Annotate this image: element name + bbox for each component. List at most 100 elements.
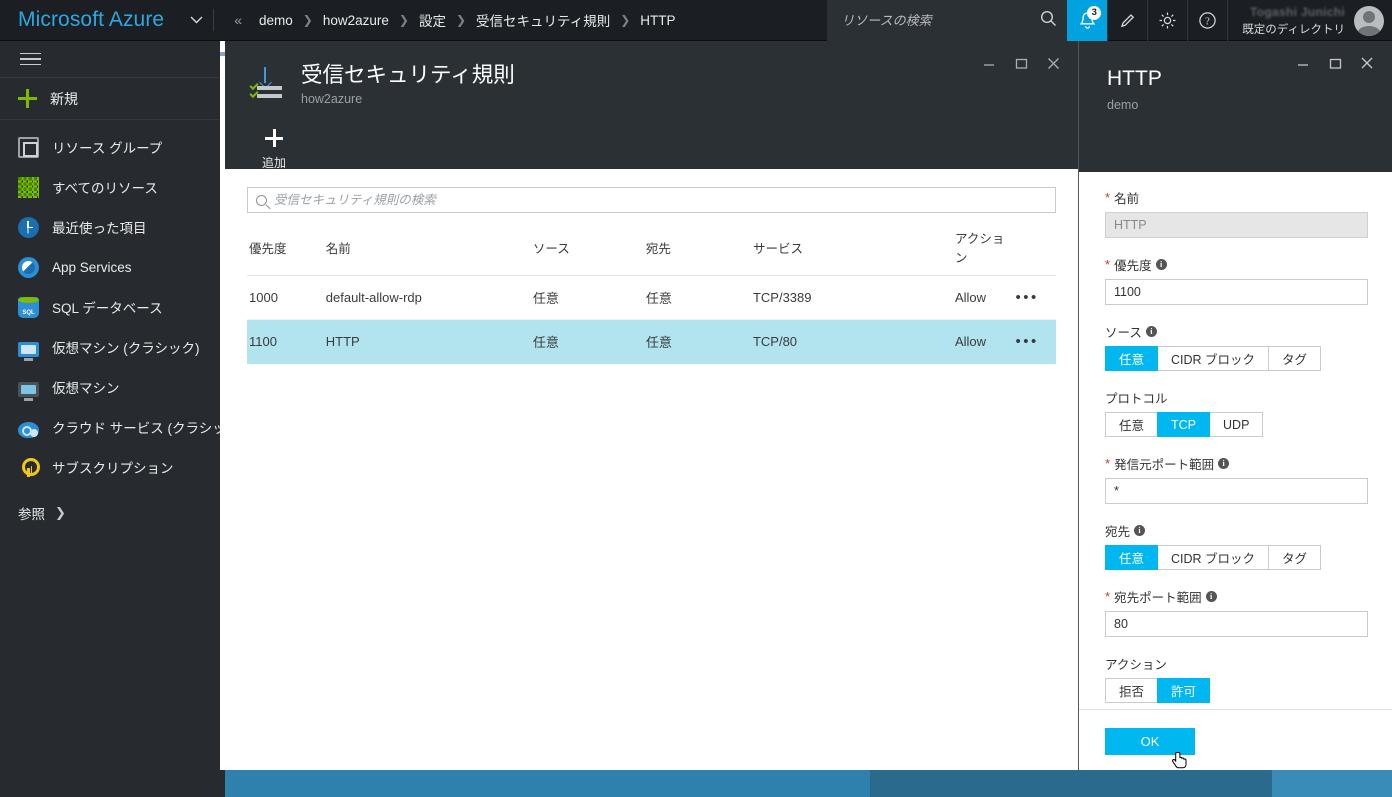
breadcrumb-item-3[interactable]: 受信セキュリティ規則	[469, 10, 617, 30]
close-icon[interactable]	[1352, 49, 1382, 77]
minimize-icon[interactable]	[974, 49, 1004, 77]
breadcrumb-item-2[interactable]: 設定	[412, 10, 453, 30]
notifications-button[interactable]: 3	[1067, 0, 1108, 41]
destination-option-tag[interactable]: タグ	[1268, 545, 1322, 570]
virtual-machine-classic-icon	[18, 341, 39, 361]
pencil-icon[interactable]	[1107, 0, 1147, 41]
sidebar-item-sql-databases[interactable]: SQL データベース	[0, 287, 225, 327]
field-label: 宛先 i	[1105, 521, 1368, 540]
field-source-port-range: * 発信元ポート範囲 i	[1105, 454, 1368, 504]
column-header-name[interactable]: 名前	[325, 219, 533, 276]
maximize-icon[interactable]	[1006, 49, 1036, 77]
table-row[interactable]: 1000 default-allow-rdp 任意 任意 TCP/3389 Al…	[247, 275, 1056, 320]
table-row[interactable]: 1100 HTTP 任意 任意 TCP/80 Allow •••	[247, 319, 1056, 364]
maximize-icon[interactable]	[1320, 49, 1350, 77]
protocol-option-tcp[interactable]: TCP	[1157, 412, 1211, 437]
panel-title: HTTP	[1107, 67, 1162, 90]
sidebar-item-recent[interactable]: 最近使った項目	[0, 207, 225, 247]
field-destination-port-range: * 宛先ポート範囲 i	[1105, 587, 1368, 637]
rule-search-box[interactable]	[247, 187, 1056, 213]
source-option-any[interactable]: 任意	[1105, 346, 1159, 371]
search-icon[interactable]	[1040, 10, 1057, 32]
sidebar-item-resource-groups[interactable]: リソース グループ	[0, 127, 225, 167]
info-icon[interactable]: i	[1218, 458, 1230, 469]
protocol-option-any[interactable]: 任意	[1105, 412, 1159, 437]
column-header-service[interactable]: サービス	[752, 219, 955, 276]
field-action: アクション 拒否 許可	[1105, 654, 1368, 703]
panel-window-controls	[1288, 49, 1382, 77]
breadcrumb-item-1[interactable]: how2azure	[316, 13, 396, 28]
chevron-down-icon[interactable]	[180, 0, 213, 40]
column-header-source[interactable]: ソース	[532, 219, 646, 276]
cell-action: Allow	[954, 319, 1016, 364]
sidebar-item-label: 新規	[50, 90, 78, 107]
info-icon[interactable]: i	[1155, 259, 1167, 270]
destination-option-any[interactable]: 任意	[1105, 545, 1159, 570]
info-icon[interactable]: i	[1205, 591, 1217, 602]
breadcrumb-separator: ❯	[620, 13, 631, 27]
ok-button[interactable]: OK	[1105, 728, 1195, 755]
column-header-destination[interactable]: 宛先	[645, 219, 753, 276]
info-icon[interactable]: i	[1145, 326, 1157, 337]
sidebar-item-virtual-machines-classic[interactable]: 仮想マシン (クラシック)	[0, 327, 225, 367]
rule-search-input[interactable]	[274, 193, 1047, 207]
global-search[interactable]	[827, 0, 1068, 41]
sidebar-item-all-resources[interactable]: すべてのリソース	[0, 167, 225, 207]
breadcrumb-item-0[interactable]: demo	[252, 13, 300, 28]
field-label-text: プロトコル	[1105, 392, 1168, 406]
avatar[interactable]	[1354, 5, 1384, 36]
sidebar-item-app-services[interactable]: App Services	[0, 247, 225, 287]
rule-form: * 名前 * 優先度 i ソース i 任意	[1079, 172, 1392, 709]
minimize-icon[interactable]	[1288, 49, 1318, 77]
taskbar-segment[interactable]	[225, 770, 870, 797]
source-toggle-group: 任意 CIDR ブロック タグ	[1105, 346, 1368, 371]
sidebar-item-browse[interactable]: 参照 ❯	[0, 493, 225, 533]
sidebar-item-virtual-machines[interactable]: 仮想マシン	[0, 367, 225, 407]
column-header-action[interactable]: アクション	[954, 219, 1016, 276]
gear-icon[interactable]	[1147, 0, 1187, 41]
ellipsis-icon[interactable]: •••	[1016, 289, 1039, 306]
sidebar-item-new[interactable]: 新規	[0, 78, 225, 120]
sidebar-item-label: App Services	[52, 259, 132, 275]
blade-window-controls	[974, 49, 1068, 77]
taskbar-segment[interactable]	[870, 770, 1272, 797]
cell-priority: 1000	[247, 275, 326, 320]
close-icon[interactable]	[1038, 49, 1068, 77]
action-option-deny[interactable]: 拒否	[1105, 678, 1159, 703]
field-label-text: 宛先ポート範囲	[1114, 591, 1202, 605]
inbound-security-rules-icon	[249, 67, 285, 101]
column-header-menu	[1015, 219, 1056, 276]
hamburger-icon[interactable]	[0, 41, 225, 78]
azure-brand-logo[interactable]: Microsoft Azure	[0, 0, 164, 40]
source-option-cidr[interactable]: CIDR ブロック	[1157, 346, 1270, 371]
row-menu-button[interactable]: •••	[1015, 275, 1056, 320]
ellipsis-icon[interactable]: •••	[1016, 333, 1039, 350]
destination-option-cidr[interactable]: CIDR ブロック	[1157, 545, 1270, 570]
blade-toolbar: 追加	[251, 129, 297, 171]
account-menu[interactable]: Togashi Junichi 既定のディレクトリ	[1227, 0, 1392, 41]
sidebar-item-cloud-services-classic[interactable]: クラウド サービス (クラシック)	[0, 407, 225, 447]
taskbar-segment[interactable]	[1272, 770, 1392, 797]
name-input[interactable]	[1105, 212, 1368, 238]
priority-input[interactable]	[1105, 279, 1368, 305]
add-rule-button[interactable]: 追加	[251, 129, 297, 171]
info-icon[interactable]: i	[1134, 525, 1146, 536]
blade-content: 優先度 名前 ソース 宛先 サービス アクション 1000 default-al…	[225, 169, 1078, 770]
search-input[interactable]	[841, 13, 1041, 28]
source-option-tag[interactable]: タグ	[1268, 346, 1322, 371]
column-header-priority[interactable]: 優先度	[247, 219, 326, 276]
double-chevron-left-icon[interactable]: «	[224, 12, 252, 28]
add-rule-label: 追加	[261, 156, 286, 170]
protocol-option-udp[interactable]: UDP	[1209, 412, 1264, 437]
source-port-range-input[interactable]	[1105, 478, 1368, 504]
action-option-allow[interactable]: 許可	[1157, 678, 1211, 703]
question-icon[interactable]: ?	[1187, 0, 1227, 41]
field-protocol: プロトコル 任意 TCP UDP	[1105, 388, 1368, 437]
required-asterisk: *	[1105, 190, 1111, 205]
row-menu-button[interactable]: •••	[1015, 319, 1056, 364]
protocol-toggle-group: 任意 TCP UDP	[1105, 412, 1368, 437]
sidebar-item-subscriptions[interactable]: サブスクリプション	[0, 447, 225, 487]
breadcrumb-item-4[interactable]: HTTP	[633, 13, 682, 28]
field-label: * 優先度 i	[1105, 255, 1368, 274]
destination-port-range-input[interactable]	[1105, 611, 1368, 637]
